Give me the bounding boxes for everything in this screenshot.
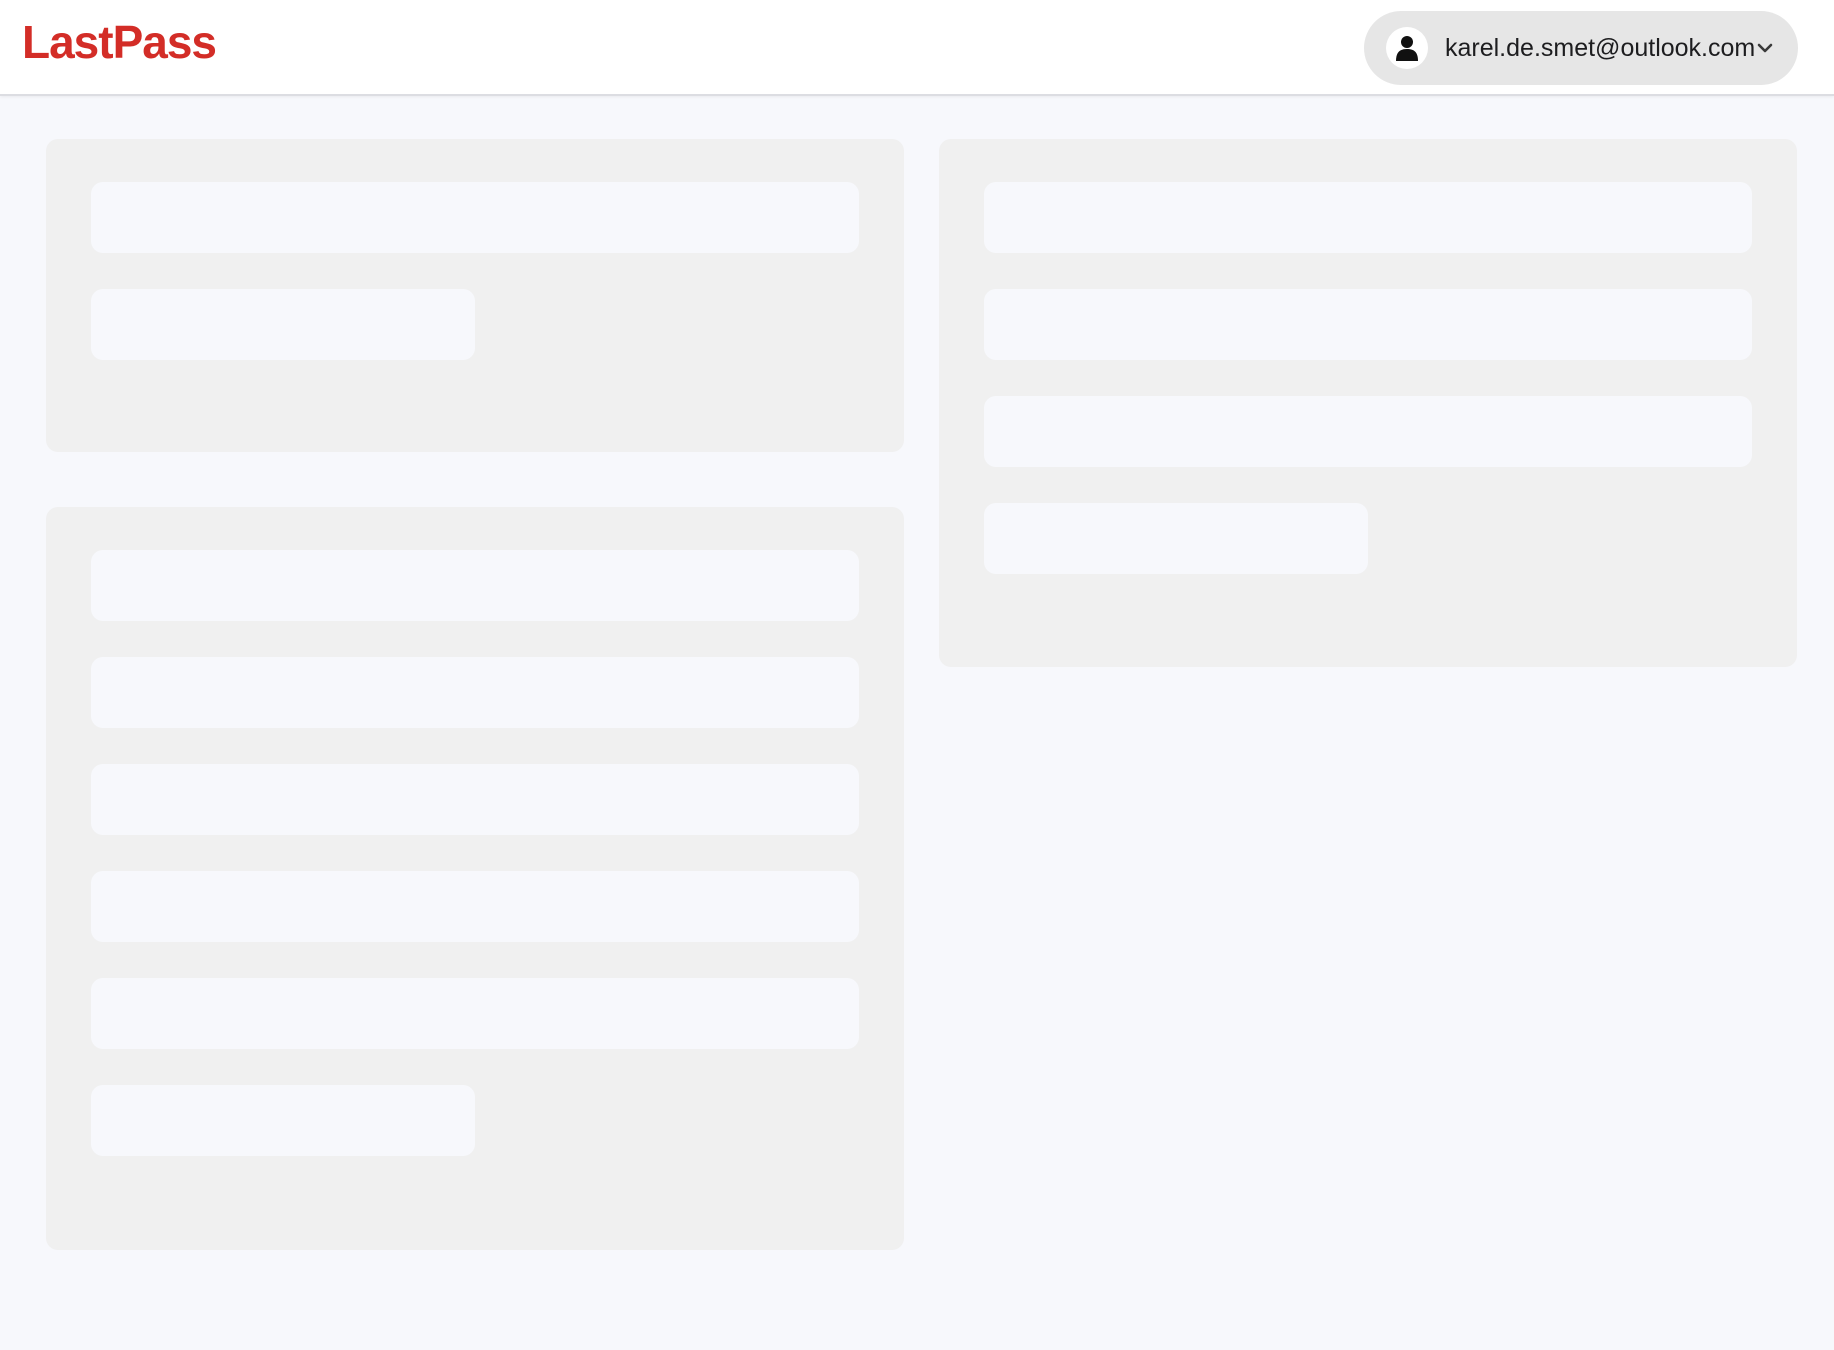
avatar — [1386, 27, 1428, 69]
right-top-card — [939, 139, 1797, 667]
person-icon — [1396, 36, 1418, 61]
account-email: karel.de.smet@outlook.com — [1445, 34, 1756, 62]
skeleton-bar — [984, 289, 1752, 360]
skeleton-bar — [91, 182, 859, 253]
top-navigation-bar: LastPass karel.de.smet@outlook.com — [0, 0, 1834, 96]
skeleton-bar — [984, 396, 1752, 467]
left-bottom-card — [46, 507, 904, 1250]
account-menu-button[interactable]: karel.de.smet@outlook.com — [1364, 11, 1798, 85]
skeleton-bar — [91, 550, 859, 621]
logo-text: LastPass — [22, 16, 217, 68]
chevron-down-icon[interactable] — [1756, 39, 1774, 57]
skeleton-bar — [91, 764, 859, 835]
left-top-card — [46, 139, 904, 452]
lastpass-logo[interactable]: LastPass — [22, 14, 217, 70]
skeleton-bar — [984, 182, 1752, 253]
skeleton-bar — [91, 657, 859, 728]
skeleton-bar — [91, 978, 859, 1049]
skeleton-bar — [91, 871, 859, 942]
skeleton-bar — [91, 1085, 475, 1156]
skeleton-bar — [91, 289, 475, 360]
skeleton-bar — [984, 503, 1368, 574]
